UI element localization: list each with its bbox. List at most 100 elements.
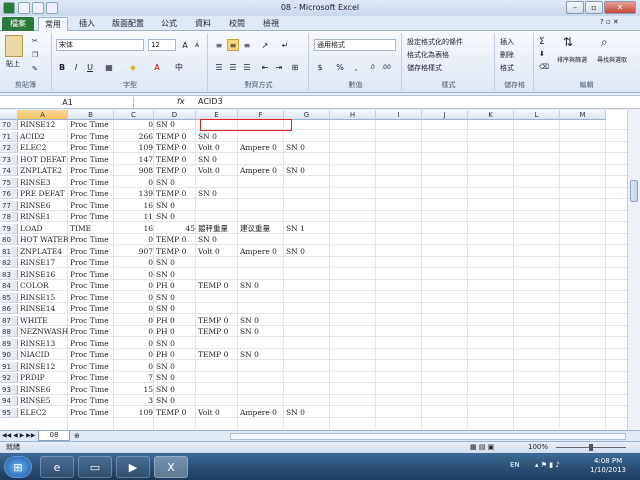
cell-g[interactable]	[286, 120, 329, 130]
column-header-j[interactable]: J	[422, 110, 468, 120]
format-as-table-button[interactable]: 格式化為表格	[407, 50, 449, 60]
name-box[interactable]: A1	[2, 97, 134, 108]
cell-a[interactable]: ELEC2	[20, 408, 68, 418]
row-header[interactable]: 86	[0, 304, 18, 314]
row-header[interactable]: 79	[0, 223, 18, 234]
percent-button[interactable]: %	[334, 61, 346, 73]
cell-a[interactable]: HOT DEFAT	[20, 155, 68, 165]
tab-home[interactable]: 常用	[38, 17, 68, 31]
cell-a[interactable]: NEZNWASH	[20, 327, 68, 337]
cell-b[interactable]: Proc Time	[70, 373, 114, 383]
cell-b[interactable]: Proc Time	[70, 189, 114, 199]
cell-g[interactable]	[286, 304, 329, 314]
cell-d[interactable]: TEMP 0	[156, 155, 195, 165]
cell-a[interactable]: RINSE16	[20, 270, 68, 280]
row-header[interactable]: 90	[0, 350, 18, 360]
delete-cells-button[interactable]: 刪除	[500, 50, 514, 60]
cell-g[interactable]	[286, 396, 329, 406]
cell-a[interactable]: RINSE17	[20, 258, 68, 268]
cell-a[interactable]: RINSE6	[20, 385, 68, 395]
cell-a[interactable]: RINSE5	[20, 396, 68, 406]
cell-b[interactable]: Proc Time	[70, 155, 114, 165]
column-header-k[interactable]: K	[468, 110, 514, 120]
underline-button[interactable]: U	[84, 61, 96, 73]
media-player-icon[interactable]: ▶	[116, 456, 150, 478]
help-icon[interactable]: ? ▫ ✕	[600, 18, 619, 26]
cell-d[interactable]: TEMP 0	[156, 132, 195, 142]
cell-d[interactable]: TEMP 0	[156, 247, 195, 257]
orientation-icon[interactable]: ↗	[259, 39, 271, 51]
cell-a[interactable]: ZNPLATE4	[20, 247, 68, 257]
cell-g[interactable]	[286, 281, 329, 291]
cell-c[interactable]: 0	[116, 120, 153, 130]
cell-c[interactable]: 3	[116, 396, 153, 406]
cell-g[interactable]: SN 1	[286, 224, 329, 234]
new-sheet-icon[interactable]: ⊕	[74, 432, 80, 440]
cell-d[interactable]: SN 0	[156, 120, 195, 130]
cell-b[interactable]: Proc Time	[70, 408, 114, 418]
cell-d[interactable]: PH 0	[156, 316, 195, 326]
cell-a[interactable]: RINSE14	[20, 304, 68, 314]
cell-c[interactable]: 0	[116, 270, 153, 280]
copy-icon[interactable]: ❐	[32, 51, 38, 59]
maximize-button[interactable]: ▫	[585, 1, 603, 14]
cell-d[interactable]: TEMP 0	[156, 235, 195, 245]
folder-icon[interactable]: ▭	[78, 456, 112, 478]
find-select-button[interactable]: 尋找與選取	[597, 55, 627, 64]
currency-button[interactable]: $	[314, 61, 326, 73]
clock[interactable]: 4:08 PM 1/10/2013	[590, 457, 626, 475]
cell-c[interactable]: 7	[116, 373, 153, 383]
cell-d[interactable]: PH 0	[156, 350, 195, 360]
cell-b[interactable]: Proc Time	[70, 339, 114, 349]
cell-d[interactable]: SN 0	[156, 373, 195, 383]
cell-a[interactable]: COLOR	[20, 281, 68, 291]
cell-d[interactable]: SN 0	[156, 396, 195, 406]
zoom-level[interactable]: 100%	[528, 442, 548, 453]
cell-g[interactable]	[286, 339, 329, 349]
cell-g[interactable]	[286, 258, 329, 268]
row-header[interactable]: 75	[0, 177, 18, 188]
cell-a[interactable]: NIACID	[20, 350, 68, 360]
cell-b[interactable]: Proc Time	[70, 235, 114, 245]
cell-a[interactable]: RINSE12	[20, 362, 68, 372]
cell-b[interactable]: Proc Time	[70, 396, 114, 406]
row-header[interactable]: 70	[0, 120, 18, 130]
close-button[interactable]: ✕	[604, 1, 636, 14]
fill-color-icon[interactable]: ◈	[127, 61, 139, 73]
decrease-indent-icon[interactable]: ⇤	[259, 61, 271, 73]
cell-c[interactable]: 0	[116, 281, 153, 291]
row-header[interactable]: 85	[0, 292, 18, 303]
cell-d[interactable]: TEMP 0	[156, 189, 195, 199]
cell-d[interactable]: 45	[156, 224, 195, 234]
cell-d[interactable]: PH 0	[156, 281, 195, 291]
align-right-icon[interactable]: ☰	[241, 61, 253, 73]
select-all-corner[interactable]	[0, 110, 18, 120]
cell-b[interactable]: Proc Time	[70, 247, 114, 257]
conditional-format-button[interactable]: 設定格式化的條件	[407, 37, 463, 47]
format-cells-button[interactable]: 格式	[500, 63, 514, 73]
scroll-thumb[interactable]	[630, 180, 638, 202]
cell-d[interactable]: SN 0	[156, 178, 195, 188]
cell-a[interactable]: ZNPLATE2	[20, 166, 68, 176]
cell-c[interactable]: 0	[116, 339, 153, 349]
cell-d[interactable]: PH 0	[156, 327, 195, 337]
fx-button[interactable]: fx	[177, 97, 185, 106]
fill-icon[interactable]: ⬇	[539, 50, 545, 58]
cell-g[interactable]	[286, 155, 329, 165]
bold-button[interactable]: B	[56, 61, 68, 73]
tray-icons[interactable]: ▴ ⚑ ▮ ♪	[535, 461, 560, 469]
cell-a[interactable]: ELEC2	[20, 143, 68, 153]
cell-b[interactable]: Proc Time	[70, 178, 114, 188]
font-size-combo[interactable]: 12	[148, 39, 176, 51]
cell-a[interactable]: PRE DEFAT	[20, 189, 68, 199]
cell-g[interactable]	[286, 235, 329, 245]
row-header[interactable]: 83	[0, 269, 18, 280]
cell-b[interactable]: Proc Time	[70, 304, 114, 314]
cell-a[interactable]: ACID2	[20, 132, 68, 142]
grow-font-icon[interactable]: A	[179, 39, 191, 51]
cell-a[interactable]: RINSE1	[20, 212, 68, 222]
cell-g[interactable]	[286, 178, 329, 188]
cell-d[interactable]: SN 0	[156, 385, 195, 395]
cell-c[interactable]: 16	[116, 224, 153, 234]
cell-g[interactable]	[286, 373, 329, 383]
